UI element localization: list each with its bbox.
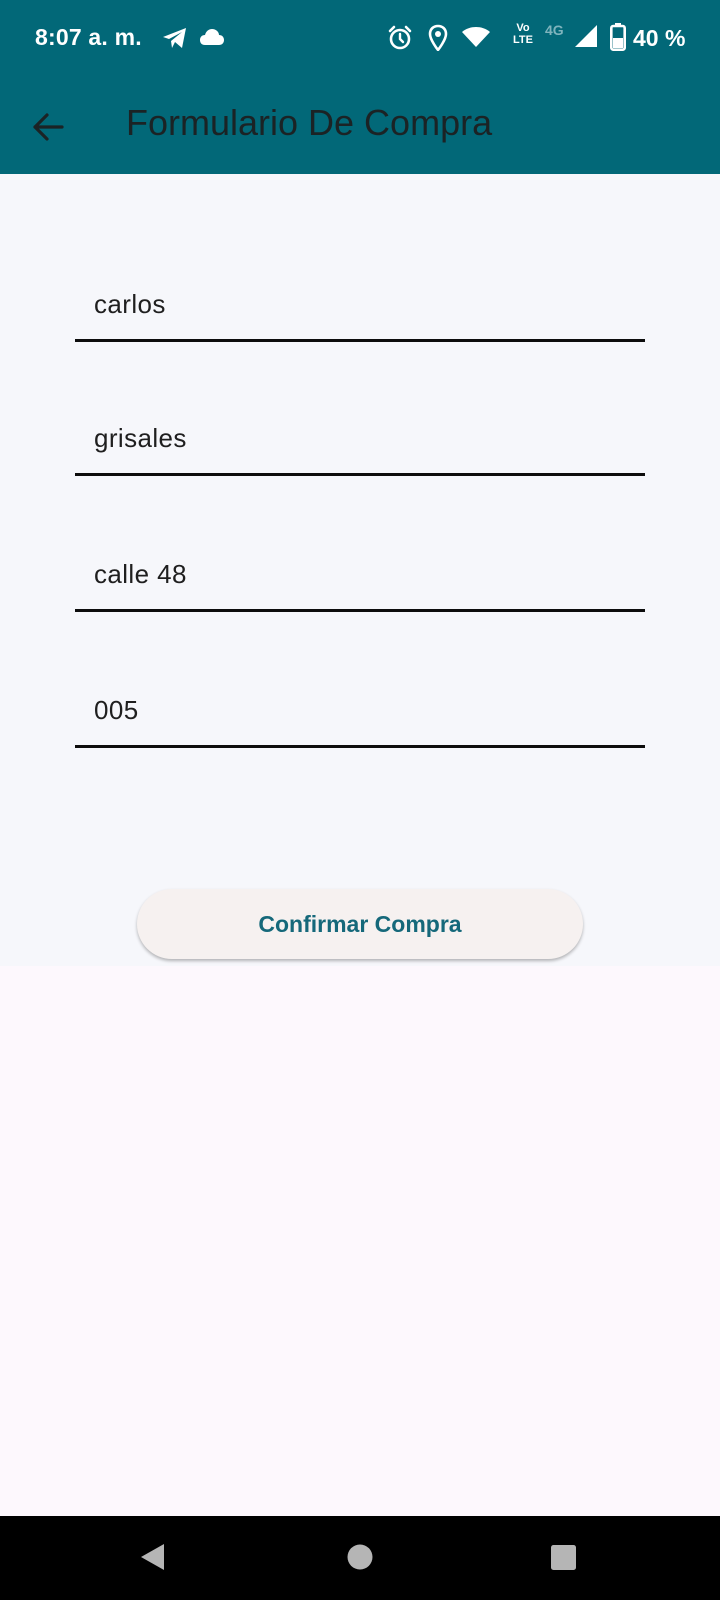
first-name-field xyxy=(75,269,645,342)
back-triangle-icon[interactable] xyxy=(138,1542,168,1572)
navigation-bar xyxy=(0,1516,720,1600)
last-name-field xyxy=(75,403,645,476)
recents-square-icon[interactable] xyxy=(550,1544,578,1572)
status-time: 8:07 a. m. xyxy=(35,24,142,50)
battery-icon xyxy=(610,23,626,51)
alarm-icon xyxy=(388,25,412,50)
last-name-input[interactable] xyxy=(75,403,645,473)
battery-percentage: 40 % xyxy=(633,25,686,51)
arrow-back-icon xyxy=(33,113,64,141)
status-bar: 8:07 a. m. Vo LTE 4G 40 % xyxy=(0,0,720,78)
code-input[interactable] xyxy=(75,675,645,745)
app-bar: Formulario De Compra xyxy=(0,78,720,174)
location-icon xyxy=(428,24,448,51)
cloud-icon xyxy=(200,29,224,45)
network-type-label: 4G xyxy=(545,22,564,38)
home-circle-icon[interactable] xyxy=(346,1543,374,1571)
code-field xyxy=(75,675,645,748)
telegram-icon xyxy=(163,28,186,48)
page-title: Formulario De Compra xyxy=(126,102,493,143)
confirm-purchase-button[interactable]: Confirmar Compra xyxy=(137,889,583,959)
address-field xyxy=(75,539,645,612)
back-button[interactable] xyxy=(22,100,76,154)
address-input[interactable] xyxy=(75,539,645,609)
purchase-form: Confirmar Compra xyxy=(0,174,720,966)
wifi-icon xyxy=(462,27,490,47)
volte-icon: Vo LTE xyxy=(513,22,533,46)
first-name-input[interactable] xyxy=(75,269,645,339)
signal-icon xyxy=(575,25,597,47)
